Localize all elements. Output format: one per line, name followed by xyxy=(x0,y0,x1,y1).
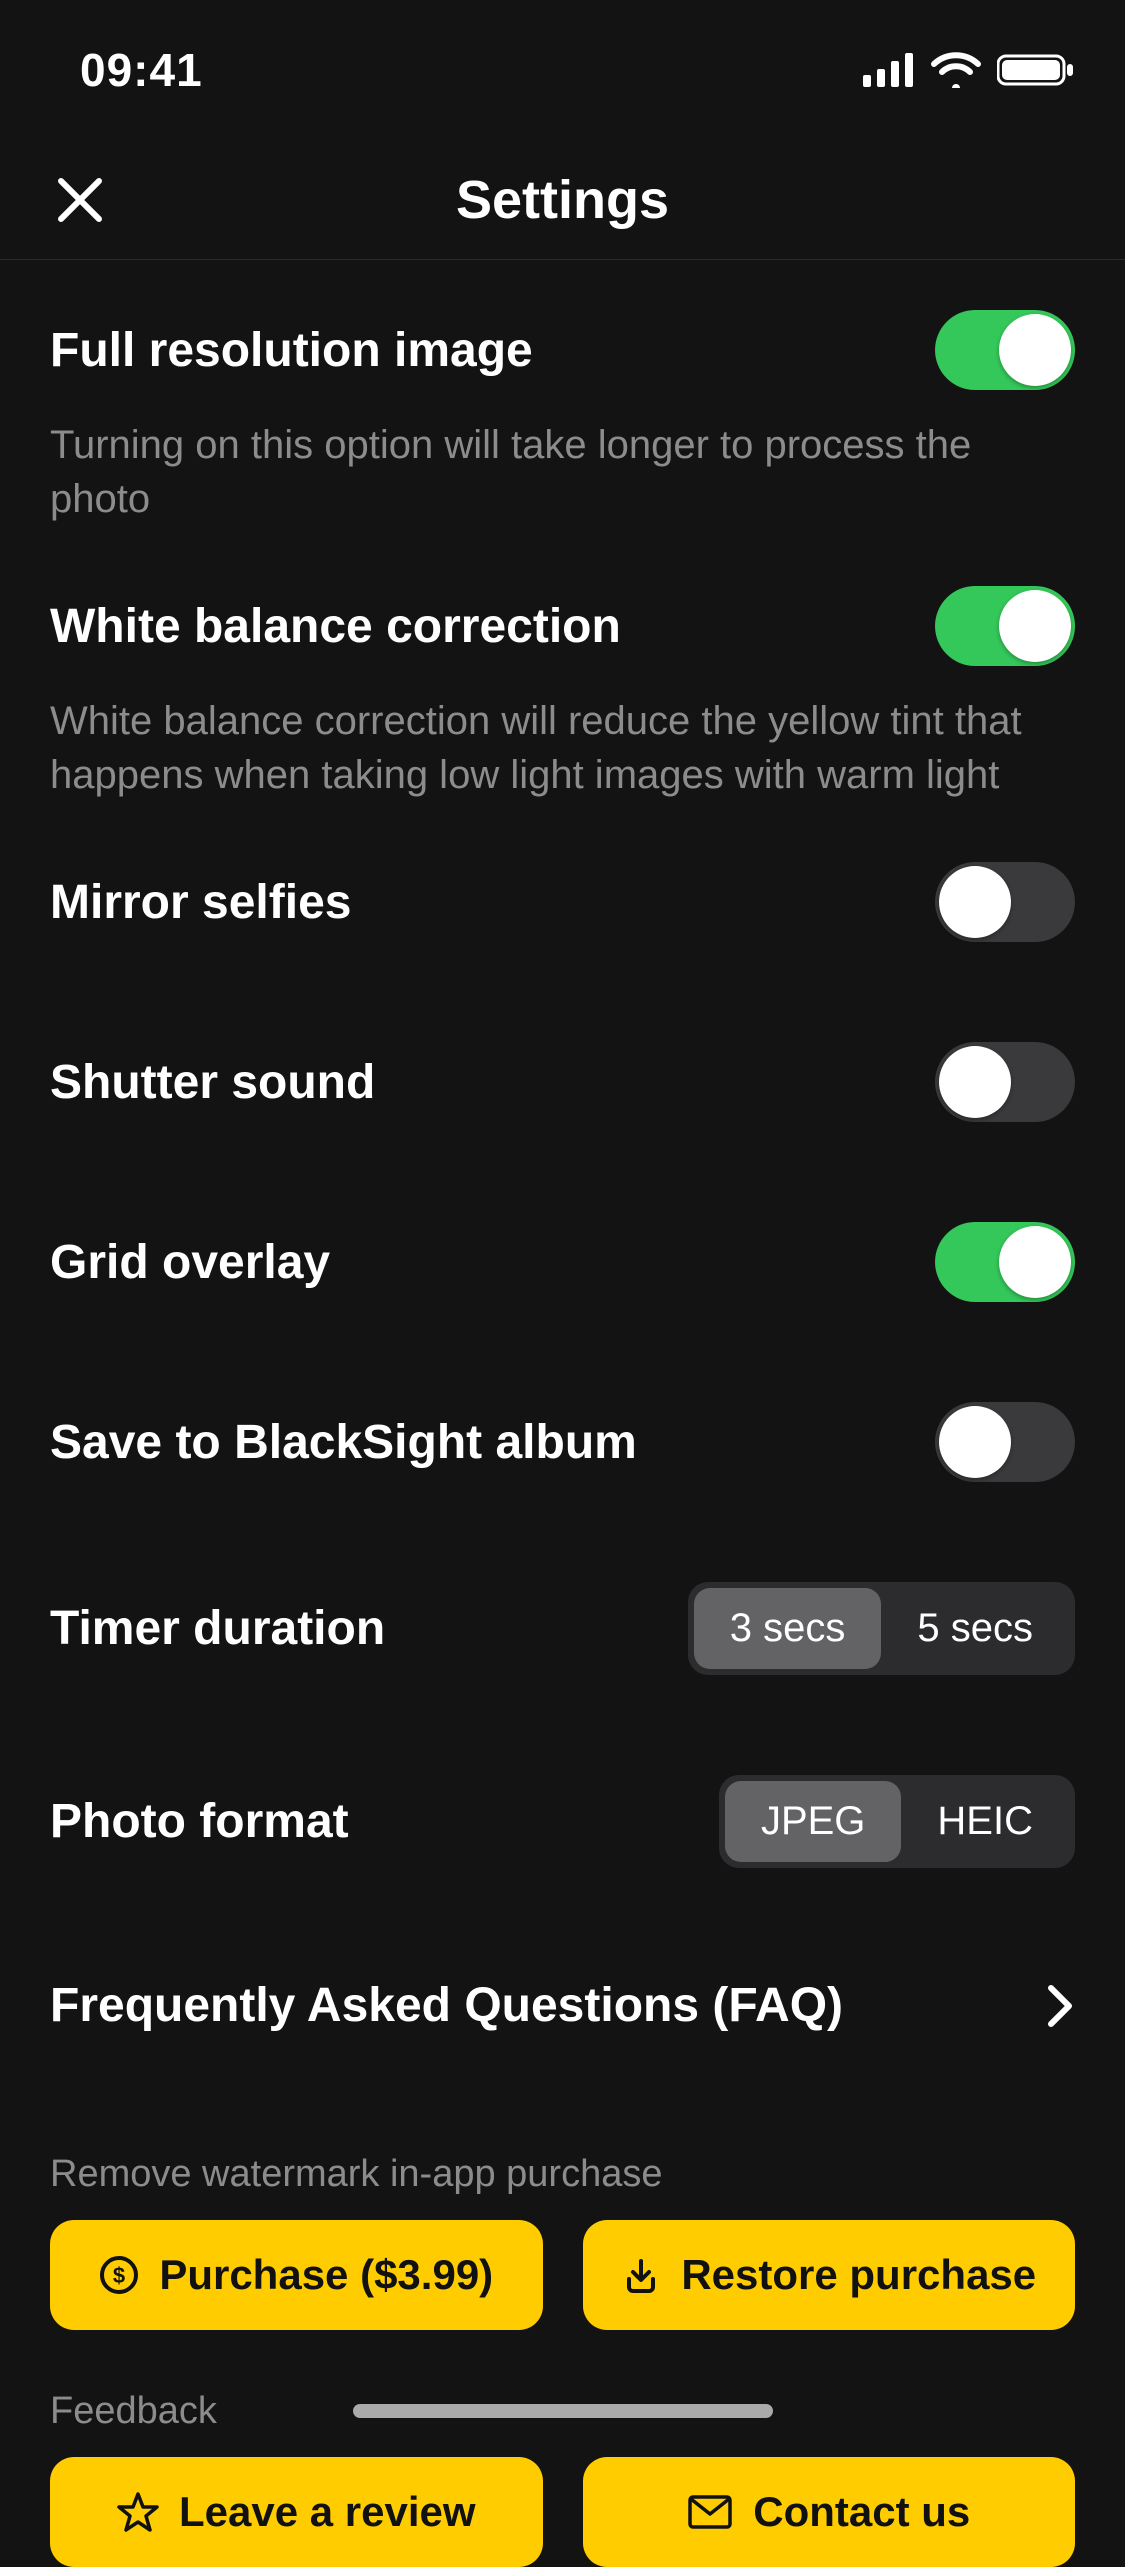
row-grid-overlay: Grid overlay xyxy=(50,1172,1075,1352)
chevron-right-icon xyxy=(1045,1982,1075,2030)
row-title: Mirror selfies xyxy=(50,875,351,930)
header: Settings xyxy=(0,140,1125,260)
battery-icon xyxy=(997,52,1075,88)
mail-icon xyxy=(687,2494,733,2530)
row-title: Full resolution image xyxy=(50,323,533,378)
seg-format-jpeg[interactable]: JPEG xyxy=(725,1781,901,1862)
row-title: Photo format xyxy=(50,1794,349,1849)
section-label-purchase: Remove watermark in-app purchase xyxy=(50,2093,1075,2220)
toggle-white-balance[interactable] xyxy=(935,586,1075,666)
seg-format-heic[interactable]: HEIC xyxy=(901,1781,1069,1862)
segmented-timer: 3 secs 5 secs xyxy=(688,1582,1075,1675)
row-save-album: Save to BlackSight album xyxy=(50,1352,1075,1532)
row-title: Timer duration xyxy=(50,1601,385,1656)
seg-timer-3secs[interactable]: 3 secs xyxy=(694,1588,882,1669)
svg-text:$: $ xyxy=(113,2263,125,2288)
row-mirror-selfies: Mirror selfies xyxy=(50,812,1075,992)
close-button[interactable] xyxy=(50,170,110,230)
row-full-resolution: Full resolution image xyxy=(50,260,1075,400)
button-label: Contact us xyxy=(753,2488,970,2536)
row-shutter-sound: Shutter sound xyxy=(50,992,1075,1172)
star-icon xyxy=(117,2491,159,2533)
status-bar: 09:41 xyxy=(0,0,1125,140)
leave-review-button[interactable]: Leave a review xyxy=(50,2457,543,2567)
row-photo-format: Photo format JPEG HEIC xyxy=(50,1725,1075,1918)
toggle-full-resolution[interactable] xyxy=(935,310,1075,390)
toggle-save-album[interactable] xyxy=(935,1402,1075,1482)
close-icon xyxy=(55,175,105,225)
button-label: Purchase ($3.99) xyxy=(159,2251,493,2299)
row-title: Frequently Asked Questions (FAQ) xyxy=(50,1978,843,2033)
row-desc: Turning on this option will take longer … xyxy=(50,400,1050,536)
row-title: Save to BlackSight album xyxy=(50,1415,637,1470)
wifi-icon xyxy=(931,52,981,88)
header-title: Settings xyxy=(456,169,669,231)
dollar-circle-icon: $ xyxy=(99,2255,139,2295)
purchase-button-row: $ Purchase ($3.99) Restore purchase xyxy=(50,2220,1075,2330)
cellular-icon xyxy=(863,53,915,87)
row-timer-duration: Timer duration 3 secs 5 secs xyxy=(50,1532,1075,1725)
toggle-mirror-selfies[interactable] xyxy=(935,862,1075,942)
section-label-feedback: Feedback xyxy=(50,2330,1075,2457)
home-indicator[interactable] xyxy=(353,2404,773,2418)
purchase-button[interactable]: $ Purchase ($3.99) xyxy=(50,2220,543,2330)
button-label: Leave a review xyxy=(179,2488,476,2536)
toggle-grid-overlay[interactable] xyxy=(935,1222,1075,1302)
toggle-shutter-sound[interactable] xyxy=(935,1042,1075,1122)
row-white-balance: White balance correction xyxy=(50,536,1075,676)
segmented-photo-format: JPEG HEIC xyxy=(719,1775,1075,1868)
row-title: White balance correction xyxy=(50,599,621,654)
feedback-button-row: Leave a review Contact us xyxy=(50,2457,1075,2567)
row-faq[interactable]: Frequently Asked Questions (FAQ) xyxy=(50,1918,1075,2093)
settings-list: Full resolution image Turning on this op… xyxy=(0,260,1125,2567)
row-desc: White balance correction will reduce the… xyxy=(50,676,1050,812)
download-icon xyxy=(621,2255,661,2295)
row-title: Shutter sound xyxy=(50,1055,375,1110)
restore-purchase-button[interactable]: Restore purchase xyxy=(583,2220,1076,2330)
seg-timer-5secs[interactable]: 5 secs xyxy=(881,1588,1069,1669)
row-title: Grid overlay xyxy=(50,1235,330,1290)
button-label: Restore purchase xyxy=(681,2251,1036,2299)
status-time: 09:41 xyxy=(80,43,203,97)
status-right xyxy=(863,52,1075,88)
contact-us-button[interactable]: Contact us xyxy=(583,2457,1076,2567)
